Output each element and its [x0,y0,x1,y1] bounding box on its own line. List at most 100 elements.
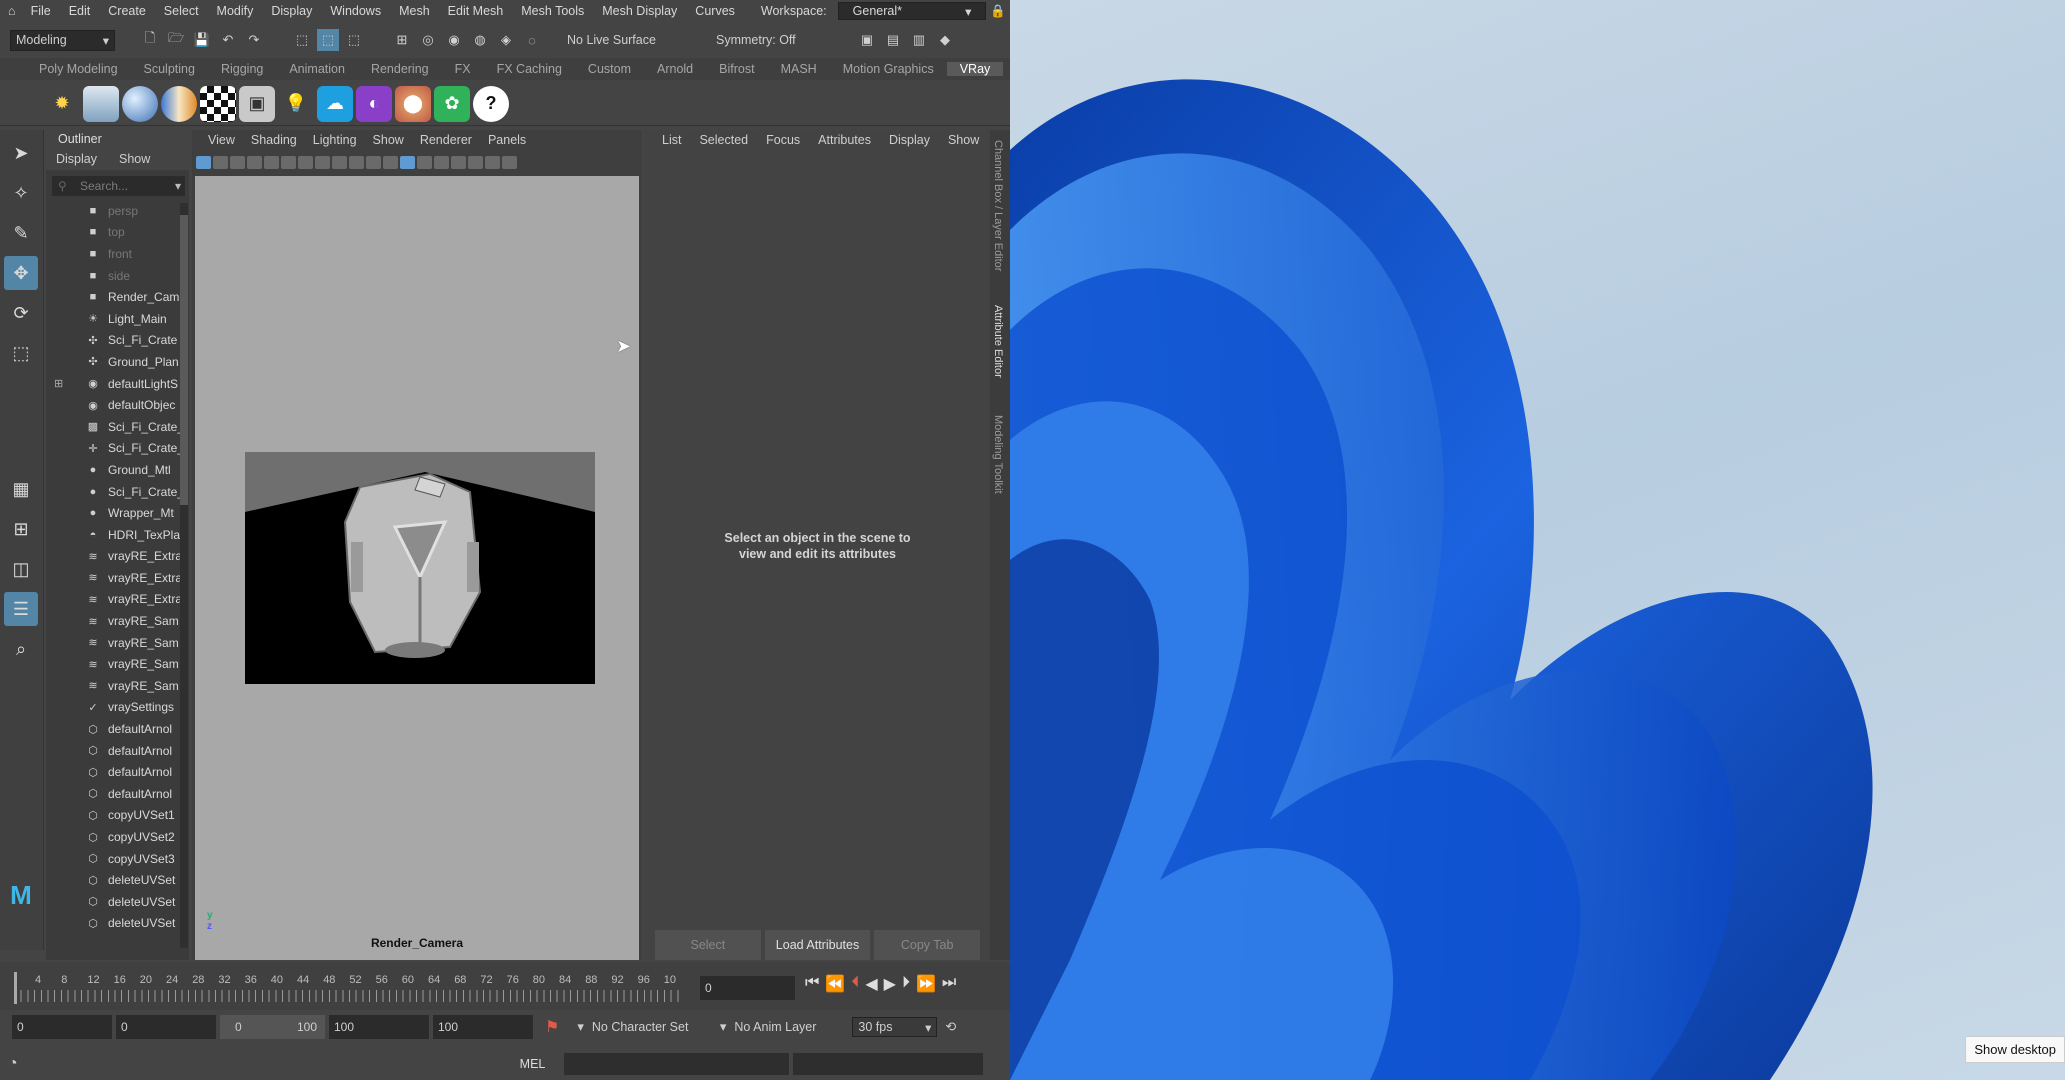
viewport-menu-panels[interactable]: Panels [480,133,534,149]
single-perspective-icon[interactable]: ▦ [4,472,38,506]
auto-key-icon[interactable]: ⚑ [545,1017,559,1037]
select-component-icon[interactable]: ⬚ [343,29,365,51]
open-scene-icon[interactable]: 🗁 [165,29,187,51]
snap-surface-icon[interactable]: ◈ [495,29,517,51]
outliner-item[interactable]: ◉ defaultObjec [46,394,189,416]
viewport-menu-show[interactable]: Show [365,133,412,149]
command-lang-label[interactable]: MEL [520,1057,564,1071]
outliner-item[interactable]: ✣ Sci_Fi_Crate [46,330,189,352]
new-scene-icon[interactable]: 🗋 [139,29,161,51]
select-tool-icon[interactable]: ➤ [4,136,38,170]
image-plane-icon[interactable] [247,155,262,169]
outliner-item[interactable]: ✓ vraySettings [46,697,189,719]
attr-menu-display[interactable]: Display [880,133,939,149]
outliner-item[interactable]: ■ persp [46,200,189,222]
attr-menu-selected[interactable]: Selected [690,133,757,149]
tab-channel-box[interactable]: Channel Box / Layer Editor [992,140,1004,271]
lock-icon[interactable]: 🔒 [986,4,1010,19]
workspace-select[interactable]: General* ▾ [837,2,987,20]
checker-material-icon[interactable] [200,85,236,122]
save-scene-icon[interactable]: 💾 [191,29,213,51]
outliner-item[interactable]: ⬡ copyUVSet2 [46,826,189,848]
outliner-item[interactable]: ≋ vrayRE_Extra [46,546,189,568]
shelf-tab-rendering[interactable]: Rendering [358,62,442,76]
scale-tool-icon[interactable]: ⬚ [4,336,38,370]
paint-select-icon[interactable]: ✎ [4,216,38,250]
menu-file[interactable]: File [22,4,60,18]
four-view-icon[interactable]: ⊞ [4,512,38,546]
outliner-item[interactable]: ≋ vrayRE_Extra [46,567,189,589]
textured-icon[interactable] [417,155,432,169]
move-tool-icon[interactable]: ✥ [4,256,38,290]
outliner-item[interactable]: ⬡ defaultArnol [46,761,189,783]
gate-mask-icon[interactable] [315,155,330,169]
go-to-end-icon[interactable]: ⏭ [942,974,956,994]
film-gate-icon[interactable] [281,155,296,169]
menu-edit[interactable]: Edit [60,4,100,18]
step-forward-frame-icon[interactable]: ⏵ [902,974,910,994]
menu-curves[interactable]: Curves [686,4,744,18]
ipr-icon[interactable]: ▤ [882,29,904,51]
outliner-item[interactable]: ◓ HDRI_TexPla [46,524,189,546]
outliner-item[interactable]: ■ front [46,243,189,265]
shelf-tab-rigging[interactable]: Rigging [208,62,276,76]
shadows-icon[interactable] [451,155,466,169]
step-back-frame-icon[interactable]: ⏴ [851,974,859,994]
lights-icon[interactable] [434,155,449,169]
outliner-display-menu[interactable]: Display [56,152,97,168]
outliner-item[interactable]: ⬡ deleteUVSet [46,891,189,913]
step-forward-key-icon[interactable]: ⏩ [916,974,936,994]
safe-action-icon[interactable] [349,155,364,169]
outliner-item[interactable]: ☀ Light_Main [46,308,189,330]
play-forward-icon[interactable]: ▶ [884,974,896,994]
outliner-item[interactable]: ⬡ defaultArnol [46,783,189,805]
attr-menu-show[interactable]: Show [939,133,988,149]
sphere-light-icon[interactable] [122,85,158,122]
outliner-item[interactable]: ⬡ deleteUVSet [46,913,189,935]
safe-title-icon[interactable] [366,155,381,169]
outliner-item[interactable]: ● Sci_Fi_Crate_ [46,481,189,503]
shelf-tab-animation[interactable]: Animation [276,62,358,76]
outliner-item[interactable]: ⬡ deleteUVSet [46,869,189,891]
outliner-item[interactable]: ⬡ copyUVSet3 [46,848,189,870]
windows-desktop[interactable]: Show desktop [1010,0,2065,1080]
rect-light-icon[interactable] [83,85,119,122]
search-icon[interactable]: ⌕ [4,632,38,666]
shelf-tab-arnold[interactable]: Arnold [644,62,706,76]
tab-attribute-editor[interactable]: Attribute Editor [992,305,1004,378]
outliner-search-input[interactable]: ⚲ Search... ▾ [52,176,185,196]
field-chart-icon[interactable] [332,155,347,169]
wireframe-icon[interactable] [383,155,398,169]
select-object-icon[interactable]: ⬚ [317,29,339,51]
isolate-icon[interactable] [485,155,500,169]
outliner-item[interactable]: ✛ Sci_Fi_Crate_ [46,438,189,460]
home-icon[interactable]: ⌂ [0,4,22,18]
attr-menu-list[interactable]: List [653,133,690,149]
smooth-shade-icon[interactable] [400,155,415,169]
viewport-menu-renderer[interactable]: Renderer [412,133,480,149]
live-surface-label[interactable]: No Live Surface [567,33,682,47]
menu-select[interactable]: Select [155,4,208,18]
outliner-item[interactable]: ▩ Sci_Fi_Crate_ [46,416,189,438]
range-slider-bar[interactable]: 0 100 [220,1015,325,1039]
shelf-tab-vray[interactable]: VRay [946,62,1004,76]
outliner-item[interactable]: ■ Render_Cam [46,286,189,308]
character-set-select[interactable]: No Character Set [592,1020,712,1034]
sun-light-icon[interactable]: ✹ [44,86,80,122]
viewport-3d[interactable]: yz Render_Camera ➤ [195,176,639,960]
xray-icon[interactable] [468,155,483,169]
expand-icon[interactable]: ⊞ [54,377,63,390]
shelf-tab-fx-caching[interactable]: FX Caching [484,62,575,76]
tab-modeling-toolkit[interactable]: Modeling Toolkit [992,415,1004,494]
shelf-tab-bifrost[interactable]: Bifrost [706,62,767,76]
shelf-tab-sculpting[interactable]: Sculpting [131,62,208,76]
menu-edit-mesh[interactable]: Edit Mesh [439,4,513,18]
outliner-item[interactable]: ≋ vrayRE_Extra [46,589,189,611]
outliner-item[interactable]: ■ side [46,265,189,287]
current-frame-field[interactable]: 0 [700,976,795,1000]
chevron-down-icon[interactable]: ▾ [720,1019,727,1035]
outliner-item[interactable]: ≋ vrayRE_Sam [46,675,189,697]
outliner-item[interactable]: ⬡ defaultArnol [46,718,189,740]
outliner-item[interactable]: ● Wrapper_Mt [46,502,189,524]
dome-light-icon[interactable] [161,85,197,122]
